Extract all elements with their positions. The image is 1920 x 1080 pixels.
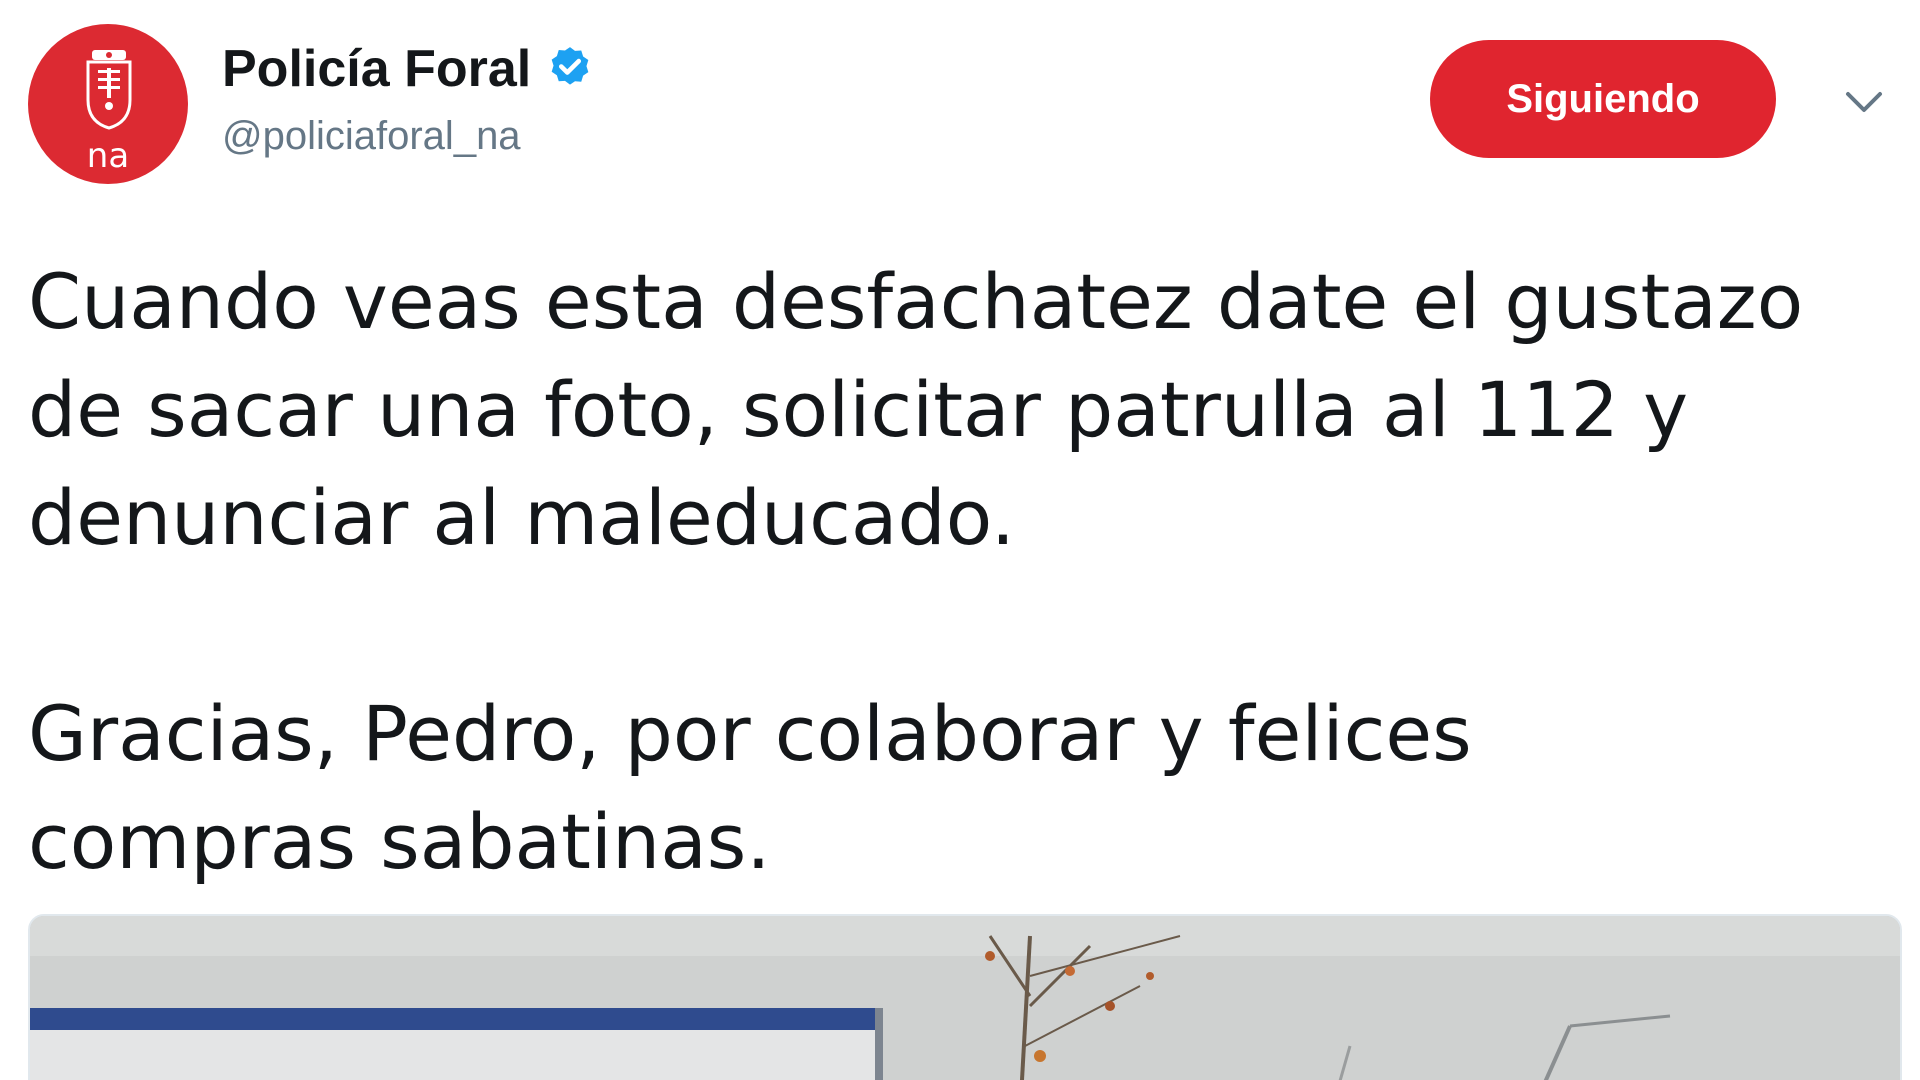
photo-content xyxy=(30,916,1900,1080)
avatar-label: na xyxy=(86,136,130,176)
display-name[interactable]: Policía Foral xyxy=(222,38,531,100)
name-row: Policía Foral xyxy=(222,38,595,100)
chevron-down-icon[interactable] xyxy=(1840,82,1888,122)
account-handle[interactable]: @policiaforal_na xyxy=(222,112,595,160)
crest-icon xyxy=(86,50,132,130)
tweet-photo[interactable] xyxy=(28,914,1902,1080)
following-button[interactable]: Siguiendo xyxy=(1430,40,1776,158)
avatar[interactable]: na xyxy=(28,24,188,184)
user-info: Policía Foral @policiaforal_na xyxy=(222,38,595,160)
verified-badge-icon xyxy=(551,47,589,85)
tweet-card: na Policía Foral @policiaforal_na Siguie… xyxy=(0,0,1920,1080)
tweet-text: Cuando veas esta desfachatez date el gus… xyxy=(28,257,1804,886)
